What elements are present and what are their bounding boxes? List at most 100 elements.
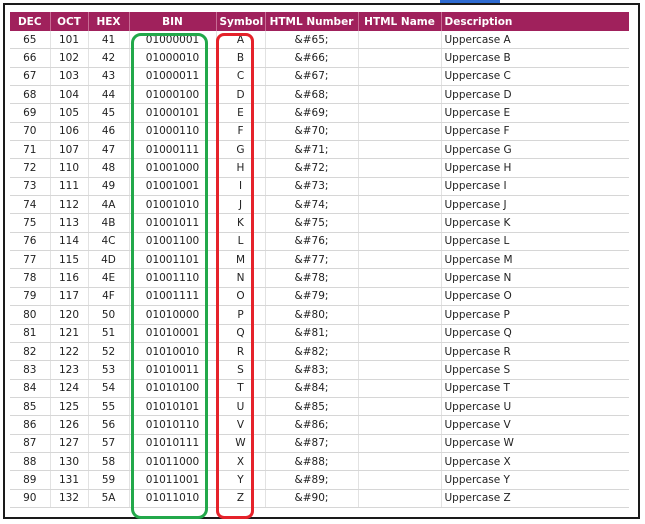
html-name-cell: [358, 305, 442, 325]
html-name-cell: [358, 415, 442, 435]
oct-cell: 127: [50, 434, 89, 453]
bin-cell: 01001110: [129, 268, 217, 288]
table-row: 76 114 4C 01001100 L &#76; Uppercase L: [10, 232, 629, 252]
oct-cell: 131: [50, 470, 89, 490]
description-cell: Uppercase J: [441, 195, 629, 215]
symbol-cell: O: [216, 287, 266, 307]
bin-cell: 01010001: [129, 324, 217, 343]
symbol-cell: B: [216, 48, 266, 68]
hex-cell: 46: [88, 122, 130, 142]
description-cell: Uppercase W: [441, 434, 629, 453]
hex-cell: 4D: [88, 250, 130, 270]
symbol-cell: Z: [216, 489, 266, 508]
bin-cell: 01011000: [129, 452, 217, 472]
html-name-cell: [358, 177, 442, 197]
html-number-cell: &#82;: [265, 342, 359, 362]
html-name-cell: [358, 397, 442, 417]
column-header-oct: OCT: [50, 12, 89, 31]
html-name-cell: [358, 213, 442, 233]
dec-cell: 67: [10, 67, 51, 87]
html-number-cell: &#88;: [265, 452, 359, 472]
html-number-cell: &#67;: [265, 67, 359, 87]
dec-cell: 89: [10, 470, 51, 490]
dec-cell: 85: [10, 397, 51, 417]
html-number-cell: &#69;: [265, 103, 359, 123]
hex-cell: 42: [88, 48, 130, 68]
bin-cell: 01010010: [129, 342, 217, 362]
oct-cell: 105: [50, 103, 89, 123]
bin-cell: 01001011: [129, 213, 217, 233]
oct-cell: 107: [50, 140, 89, 160]
dec-cell: 82: [10, 342, 51, 362]
html-number-cell: &#76;: [265, 232, 359, 252]
column-header-hex: HEX: [88, 12, 130, 31]
dec-cell: 66: [10, 48, 51, 68]
description-cell: Uppercase S: [441, 360, 629, 380]
hex-cell: 58: [88, 452, 130, 472]
dec-cell: 70: [10, 122, 51, 142]
dec-cell: 71: [10, 140, 51, 160]
dec-cell: 73: [10, 177, 51, 197]
oct-cell: 130: [50, 452, 89, 472]
symbol-cell: I: [216, 177, 266, 197]
html-number-cell: &#75;: [265, 213, 359, 233]
column-header-dec: DEC: [10, 12, 51, 31]
table-row: 65 101 41 01000001 A &#65; Uppercase A: [10, 31, 629, 50]
hex-cell: 55: [88, 397, 130, 417]
hex-cell: 41: [88, 31, 130, 50]
ascii-table: DEC OCT HEX BIN Symbol HTML Number HTML …: [10, 12, 629, 508]
html-name-cell: [358, 324, 442, 343]
symbol-cell: V: [216, 415, 266, 435]
dec-cell: 88: [10, 452, 51, 472]
oct-cell: 110: [50, 158, 89, 178]
hex-cell: 57: [88, 434, 130, 453]
oct-cell: 111: [50, 177, 89, 197]
html-name-cell: [358, 360, 442, 380]
symbol-cell: E: [216, 103, 266, 123]
html-name-cell: [358, 452, 442, 472]
hex-cell: 4E: [88, 268, 130, 288]
dec-cell: 90: [10, 489, 51, 508]
hex-cell: 54: [88, 379, 130, 398]
description-cell: Uppercase O: [441, 287, 629, 307]
html-name-cell: [358, 489, 442, 508]
symbol-cell: Q: [216, 324, 266, 343]
table-row: 86 126 56 01010110 V &#86; Uppercase V: [10, 415, 629, 435]
bin-cell: 01000101: [129, 103, 217, 123]
html-number-cell: &#83;: [265, 360, 359, 380]
description-cell: Uppercase C: [441, 67, 629, 87]
dec-cell: 76: [10, 232, 51, 252]
hex-cell: 52: [88, 342, 130, 362]
html-number-cell: &#86;: [265, 415, 359, 435]
oct-cell: 113: [50, 213, 89, 233]
table-body: 65 101 41 01000001 A &#65; Uppercase A 66 102 42 0…: [10, 31, 629, 508]
html-name-cell: [358, 158, 442, 178]
bin-cell: 01000100: [129, 85, 217, 105]
bin-cell: 01010101: [129, 397, 217, 417]
description-cell: Uppercase N: [441, 268, 629, 288]
bin-cell: 01001001: [129, 177, 217, 197]
dec-cell: 86: [10, 415, 51, 435]
description-cell: Uppercase L: [441, 232, 629, 252]
table-row: 77 115 4D 01001101 M &#77; Uppercase M: [10, 250, 629, 270]
description-cell: Uppercase B: [441, 48, 629, 68]
dec-cell: 79: [10, 287, 51, 307]
column-header-bin: BIN: [129, 12, 217, 31]
symbol-cell: U: [216, 397, 266, 417]
description-cell: Uppercase F: [441, 122, 629, 142]
symbol-cell: A: [216, 31, 266, 50]
html-name-cell: [358, 195, 442, 215]
dec-cell: 77: [10, 250, 51, 270]
hex-cell: 4F: [88, 287, 130, 307]
html-name-cell: [358, 103, 442, 123]
html-number-cell: &#79;: [265, 287, 359, 307]
dec-cell: 80: [10, 305, 51, 325]
oct-cell: 102: [50, 48, 89, 68]
symbol-cell: H: [216, 158, 266, 178]
table-row: 72 110 48 01001000 H &#72; Uppercase H: [10, 158, 629, 178]
symbol-cell: Y: [216, 470, 266, 490]
html-name-cell: [358, 85, 442, 105]
oct-cell: 106: [50, 122, 89, 142]
oct-cell: 120: [50, 305, 89, 325]
description-cell: Uppercase X: [441, 452, 629, 472]
